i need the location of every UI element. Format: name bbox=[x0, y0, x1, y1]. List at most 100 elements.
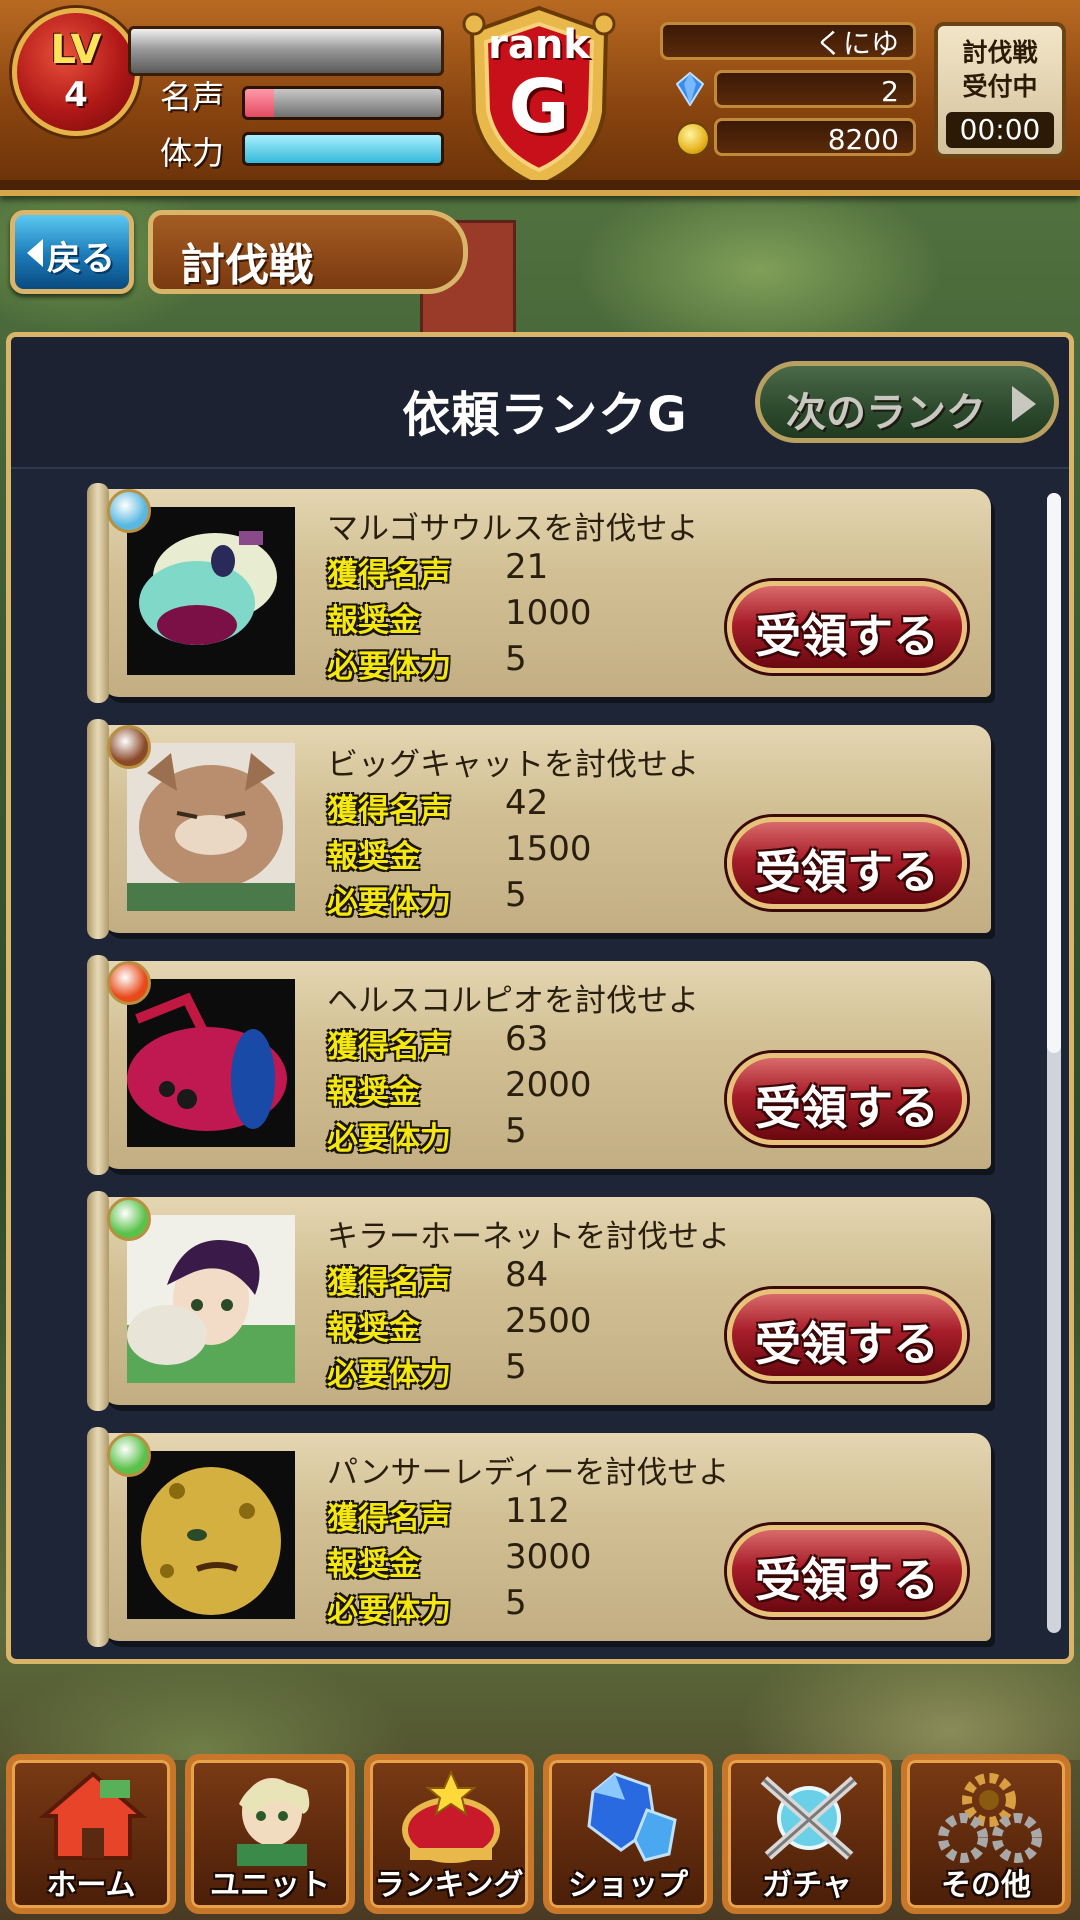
monster-portrait bbox=[127, 979, 295, 1147]
fame-gain-label: 獲得名声 bbox=[327, 1029, 451, 1065]
nav-label: ガチャ bbox=[762, 1868, 852, 1903]
nav-gear[interactable]: その他 bbox=[901, 1754, 1071, 1914]
fame-gain-label: 獲得名声 bbox=[327, 1501, 451, 1537]
stamina-cost-value: 5 bbox=[505, 1347, 527, 1387]
nav-home[interactable]: ホーム bbox=[6, 1754, 176, 1914]
scrollbar-thumb[interactable] bbox=[1047, 493, 1061, 1053]
coin-icon bbox=[676, 122, 710, 156]
quest-panel: 依頼ランクG 次のランク マルゴサウルスを討伐せよ 獲得名声 21 報奨金 10… bbox=[6, 332, 1074, 1664]
quest-card: ヘルスコルピオを討伐せよ 獲得名声 63 報奨金 2000 必要体力 5 受領す… bbox=[87, 955, 991, 1175]
element-icon bbox=[107, 489, 151, 533]
fame-gain-value: 112 bbox=[505, 1491, 570, 1531]
element-icon bbox=[107, 1433, 151, 1477]
battle-status-box[interactable]: 討伐戦 受付中 00:00 bbox=[934, 22, 1066, 158]
nav-unit[interactable]: ユニット bbox=[185, 1754, 355, 1914]
gem-icon bbox=[575, 1770, 685, 1866]
stamina-cost-label: 必要体力 bbox=[327, 1121, 451, 1157]
page-title-plate: 討伐戦 bbox=[148, 210, 468, 294]
element-icon bbox=[107, 725, 151, 769]
fame-gain-label: 獲得名声 bbox=[327, 557, 451, 593]
reward-value: 2500 bbox=[505, 1301, 592, 1341]
element-icon bbox=[107, 1197, 151, 1241]
reward-label: 報奨金 bbox=[327, 1311, 420, 1347]
fame-gauge bbox=[242, 86, 444, 120]
fame-gain-value: 84 bbox=[505, 1255, 549, 1295]
reward-label: 報奨金 bbox=[327, 839, 420, 875]
level-label: LV bbox=[50, 27, 102, 73]
quest-card: ビッグキャットを討伐せよ 獲得名声 42 報奨金 1500 必要体力 5 受領す… bbox=[87, 719, 991, 939]
reward-label: 報奨金 bbox=[327, 1075, 420, 1111]
stamina-gauge bbox=[242, 132, 444, 166]
experience-bar bbox=[128, 26, 444, 76]
stamina-cost-label: 必要体力 bbox=[327, 1357, 451, 1393]
monster-portrait bbox=[127, 1215, 295, 1383]
fame-gauge-fill bbox=[245, 89, 275, 117]
scrollbar[interactable] bbox=[1047, 493, 1061, 1633]
reward-label: 報奨金 bbox=[327, 603, 420, 639]
fame-gain-value: 42 bbox=[505, 783, 549, 823]
status-bar: LV 4 名声 体力 rank G くにゆ 2 8200 討伐戦 受付中 00:… bbox=[0, 0, 1080, 196]
stamina-gauge-fill bbox=[245, 135, 441, 163]
bottom-navigation: ホーム ユニット ランキング ショップ ガチャ その他 bbox=[0, 1748, 1080, 1920]
fame-label: 名声 bbox=[160, 78, 225, 116]
fame-gain-value: 21 bbox=[505, 547, 549, 587]
battle-status-line1: 討伐戦 bbox=[962, 38, 1038, 67]
nav-label: ユニット bbox=[210, 1868, 330, 1903]
nav-crown[interactable]: ランキング bbox=[364, 1754, 534, 1914]
fame-gain-label: 獲得名声 bbox=[327, 1265, 451, 1301]
rank-word: rank bbox=[488, 22, 590, 68]
next-rank-button[interactable]: 次のランク bbox=[755, 361, 1059, 443]
quest-list[interactable]: マルゴサウルスを討伐せよ 獲得名声 21 報奨金 1000 必要体力 5 受領す… bbox=[11, 467, 1069, 1657]
unit-icon bbox=[217, 1770, 327, 1866]
quest-title: ビッグキャットを討伐せよ bbox=[327, 747, 699, 783]
stamina-label: 体力 bbox=[160, 134, 225, 172]
coin-count: 8200 bbox=[714, 118, 916, 156]
quest-card: マルゴサウルスを討伐せよ 獲得名声 21 報奨金 1000 必要体力 5 受領す… bbox=[87, 483, 991, 703]
battle-status-line2: 受付中 bbox=[962, 72, 1038, 101]
monster-portrait bbox=[127, 1451, 295, 1619]
fame-gauge-empty bbox=[274, 89, 441, 117]
stamina-cost-label: 必要体力 bbox=[327, 649, 451, 685]
crossed-swords-icon bbox=[754, 1770, 864, 1866]
reward-value: 3000 bbox=[505, 1537, 592, 1577]
play-arrow-icon bbox=[1012, 386, 1036, 422]
battle-status-text: 討伐戦 受付中 bbox=[938, 36, 1062, 104]
fame-gain-value: 63 bbox=[505, 1019, 549, 1059]
accept-button-label: 受領する bbox=[755, 1317, 939, 1371]
accept-button-label: 受領する bbox=[755, 845, 939, 899]
accept-button[interactable]: 受領する bbox=[727, 1525, 967, 1617]
nav-gem[interactable]: ショップ bbox=[543, 1754, 713, 1914]
quest-card: キラーホーネットを討伐せよ 獲得名声 84 報奨金 2500 必要体力 5 受領… bbox=[87, 1191, 991, 1411]
back-arrow-icon bbox=[27, 239, 43, 267]
page-title: 討伐戦 bbox=[181, 240, 313, 291]
stamina-cost-value: 5 bbox=[505, 1583, 527, 1623]
accept-button[interactable]: 受領する bbox=[727, 1053, 967, 1145]
quest-title: ヘルスコルピオを討伐せよ bbox=[327, 983, 699, 1019]
nav-crossed-swords[interactable]: ガチャ bbox=[722, 1754, 892, 1914]
quest-card: パンサーレディーを討伐せよ 獲得名声 112 報奨金 3000 必要体力 5 受… bbox=[87, 1427, 991, 1647]
reward-label: 報奨金 bbox=[327, 1547, 420, 1583]
quest-title: マルゴサウルスを討伐せよ bbox=[327, 511, 699, 547]
panel-header: 依頼ランクG 次のランク bbox=[11, 337, 1069, 469]
accept-button[interactable]: 受領する bbox=[727, 817, 967, 909]
nav-label: ショップ bbox=[568, 1868, 688, 1903]
quest-title: パンサーレディーを討伐せよ bbox=[327, 1455, 730, 1491]
back-button[interactable]: 戻る bbox=[10, 210, 134, 294]
accept-button[interactable]: 受領する bbox=[727, 581, 967, 673]
rank-letter: G bbox=[508, 64, 570, 150]
monster-portrait bbox=[127, 743, 295, 911]
fame-gain-label: 獲得名声 bbox=[327, 793, 451, 829]
reward-value: 2000 bbox=[505, 1065, 592, 1105]
rank-badge: rank G bbox=[456, 2, 622, 192]
monster-portrait bbox=[127, 507, 295, 675]
home-icon bbox=[38, 1770, 148, 1866]
reward-value: 1500 bbox=[505, 829, 592, 869]
accept-button-label: 受領する bbox=[755, 609, 939, 663]
nav-label: ホーム bbox=[46, 1868, 136, 1903]
nav-label: その他 bbox=[941, 1868, 1031, 1903]
stamina-cost-label: 必要体力 bbox=[327, 1593, 451, 1629]
stamina-cost-value: 5 bbox=[505, 639, 527, 679]
stamina-cost-label: 必要体力 bbox=[327, 885, 451, 921]
reward-value: 1000 bbox=[505, 593, 592, 633]
accept-button[interactable]: 受領する bbox=[727, 1289, 967, 1381]
